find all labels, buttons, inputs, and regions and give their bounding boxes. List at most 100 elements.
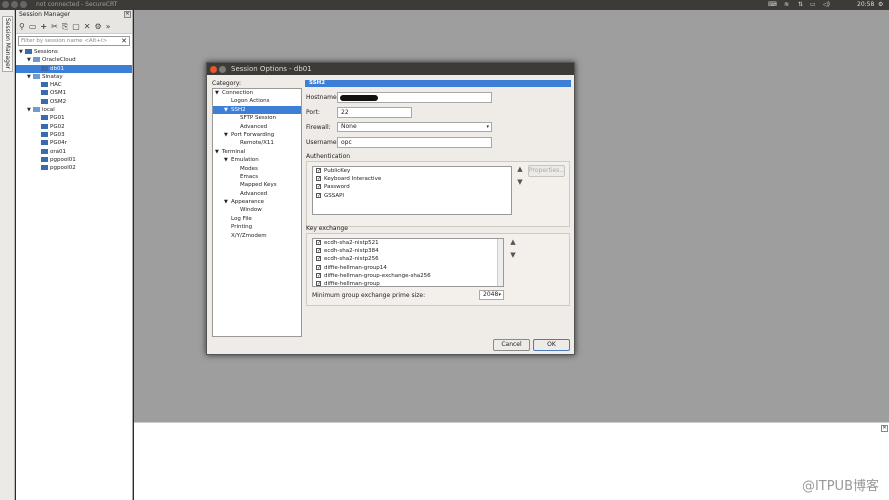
category-item[interactable]: ▼ Terminal [213,148,301,156]
category-item[interactable]: Log File [213,215,301,223]
checkbox-checked[interactable]: ✓ [316,264,321,270]
auth-method-item[interactable]: ✓ PublicKey [313,167,511,175]
connect-icon[interactable]: ⚲ [19,22,25,31]
expand-arrow-icon[interactable]: ▼ [224,131,231,139]
authentication-list[interactable]: ✓ PublicKey ✓ Keyboard Interactive ✓ Password… [312,166,512,215]
cut-icon[interactable]: ✂ [51,22,58,31]
category-item[interactable]: Advanced [213,190,301,198]
close-pane-icon[interactable]: ✕ [881,425,888,432]
session-tree-item[interactable]: ▼ local [16,106,132,114]
transfer-icon[interactable]: ⇅ [798,1,803,8]
username-field[interactable]: opc [337,137,492,148]
category-item[interactable]: ▼ Port Forwarding [213,131,301,139]
move-down-icon[interactable]: ▼ [515,178,525,187]
wifi-icon[interactable]: ≋ [784,1,789,8]
session-tree-item[interactable]: HAC [16,81,132,89]
kex-item[interactable]: ✓ diffie-hellman-group14 [313,264,503,272]
window-maximize-icon[interactable] [20,1,27,8]
clock[interactable]: 20:58 [857,1,874,8]
category-item[interactable]: Emacs [213,173,301,181]
expand-arrow-icon[interactable]: ▼ [224,156,231,164]
properties-button[interactable]: Properties... [528,165,565,177]
auth-method-item[interactable]: ✓ GSSAPI [313,192,511,200]
min-group-select[interactable]: 2048 ▾ [479,290,504,300]
checkbox-checked[interactable]: ✓ [316,272,321,278]
add-icon[interactable]: + [40,22,47,31]
kex-item[interactable]: ✓ ecdh-sha2-nistp256 [313,255,503,263]
checkbox-checked[interactable]: ✓ [316,256,321,262]
session-tree-item[interactable]: OSM2 [16,98,132,106]
more-icon[interactable]: » [106,22,111,31]
move-up-icon[interactable]: ▲ [515,165,525,174]
session-tree-item[interactable]: ▼ OracleCloud [16,56,132,64]
session-tree-item[interactable]: PG03 [16,131,132,139]
expand-arrow-icon[interactable]: ▼ [215,148,222,156]
ok-button[interactable]: OK [533,339,570,351]
battery-icon[interactable]: ▭ [810,1,816,8]
checkbox-checked[interactable]: ✓ [316,240,321,246]
kex-item[interactable]: ✓ diffie-hellman-group-exchange-sha256 [313,272,503,280]
session-tree-item[interactable]: ▼ Sessions [16,48,132,56]
volume-icon[interactable]: ◁) [823,1,830,8]
category-item[interactable]: Mapped Keys [213,181,301,189]
delete-icon[interactable]: ✕ [84,22,91,31]
session-tree-item[interactable]: pgpool02 [16,164,132,172]
category-item[interactable]: Remote/X11 [213,139,301,147]
expand-arrow-icon[interactable]: ▼ [215,89,222,97]
port-field[interactable]: 22 [337,107,412,118]
kex-item[interactable]: ✓ diffie-hellman-group [313,280,503,286]
session-tree-item[interactable]: db01 [16,64,132,73]
kex-move-up-icon[interactable]: ▲ [508,238,518,247]
list-scrollbar[interactable] [497,239,503,286]
checkbox-checked[interactable]: ✓ [316,184,321,190]
category-item[interactable]: ▼ Connection [213,89,301,97]
gear-icon[interactable]: ⚙ [878,1,883,8]
session-search-input[interactable]: Filter by session name <Alt+I> ✕ [18,36,130,46]
copy-icon[interactable]: ⎘ [62,22,68,32]
session-manager-tab[interactable]: Session Manager [2,16,13,72]
window-minimize-icon[interactable] [11,1,18,8]
key-exchange-list[interactable]: ✓ ecdh-sha2-nistp521 ✓ ecdh-sha2-nistp384 ✓ e… [312,238,504,287]
checkbox-checked[interactable]: ✓ [316,248,321,254]
expand-arrow-icon[interactable]: ▼ [224,198,231,206]
category-item[interactable]: Window [213,206,301,214]
category-item[interactable]: Advanced [213,123,301,131]
keyboard-icon[interactable]: ⌨ [768,1,777,8]
checkbox-checked[interactable]: ✓ [316,280,321,286]
session-tree-item[interactable]: PG04r [16,139,132,147]
kex-item[interactable]: ✓ ecdh-sha2-nistp521 [313,239,503,247]
category-item[interactable]: X/Y/Zmodem [213,232,301,240]
expand-arrow-icon[interactable]: ▼ [224,106,231,114]
checkbox-checked[interactable]: ✓ [316,176,321,182]
close-icon[interactable]: ✕ [124,11,131,18]
session-tree-item[interactable]: ▼ Sinatay [16,73,132,81]
hostname-field[interactable] [337,92,492,103]
clear-search-icon[interactable]: ✕ [121,37,127,45]
auth-method-item[interactable]: ✓ Password [313,183,511,191]
category-item[interactable]: SFTP Session [213,114,301,122]
properties-icon[interactable]: ⚙ [95,22,102,31]
category-item[interactable]: Modes [213,165,301,173]
checkbox-checked[interactable]: ✓ [316,192,321,198]
dialog-close-icon[interactable] [210,66,217,73]
cancel-button[interactable]: Cancel [493,339,530,351]
paste-icon[interactable]: ▢ [72,22,80,31]
session-tree-item[interactable]: PG02 [16,123,132,131]
auth-method-item[interactable]: ✓ Keyboard Interactive [313,175,511,183]
quick-connect-icon[interactable]: ▭ [29,22,37,31]
session-tree-item[interactable]: PG01 [16,114,132,122]
kex-item[interactable]: ✓ ecdh-sha2-nistp384 [313,247,503,255]
category-item[interactable]: ▼ SSH2 [213,105,301,115]
session-tree-item[interactable]: pgpool01 [16,156,132,164]
checkbox-checked[interactable]: ✓ [316,168,321,174]
category-item[interactable]: ▼ Appearance [213,198,301,206]
category-item[interactable]: ▼ Emulation [213,156,301,164]
category-item[interactable]: Printing [213,223,301,231]
session-tree-item[interactable]: ora01 [16,148,132,156]
category-item[interactable]: Logon Actions [213,97,301,105]
kex-move-down-icon[interactable]: ▼ [508,251,518,260]
session-tree-item[interactable]: OSM1 [16,89,132,97]
window-close-icon[interactable] [2,1,9,8]
dialog-minimize-icon[interactable] [219,66,226,73]
firewall-select[interactable]: None ▾ [337,122,492,132]
